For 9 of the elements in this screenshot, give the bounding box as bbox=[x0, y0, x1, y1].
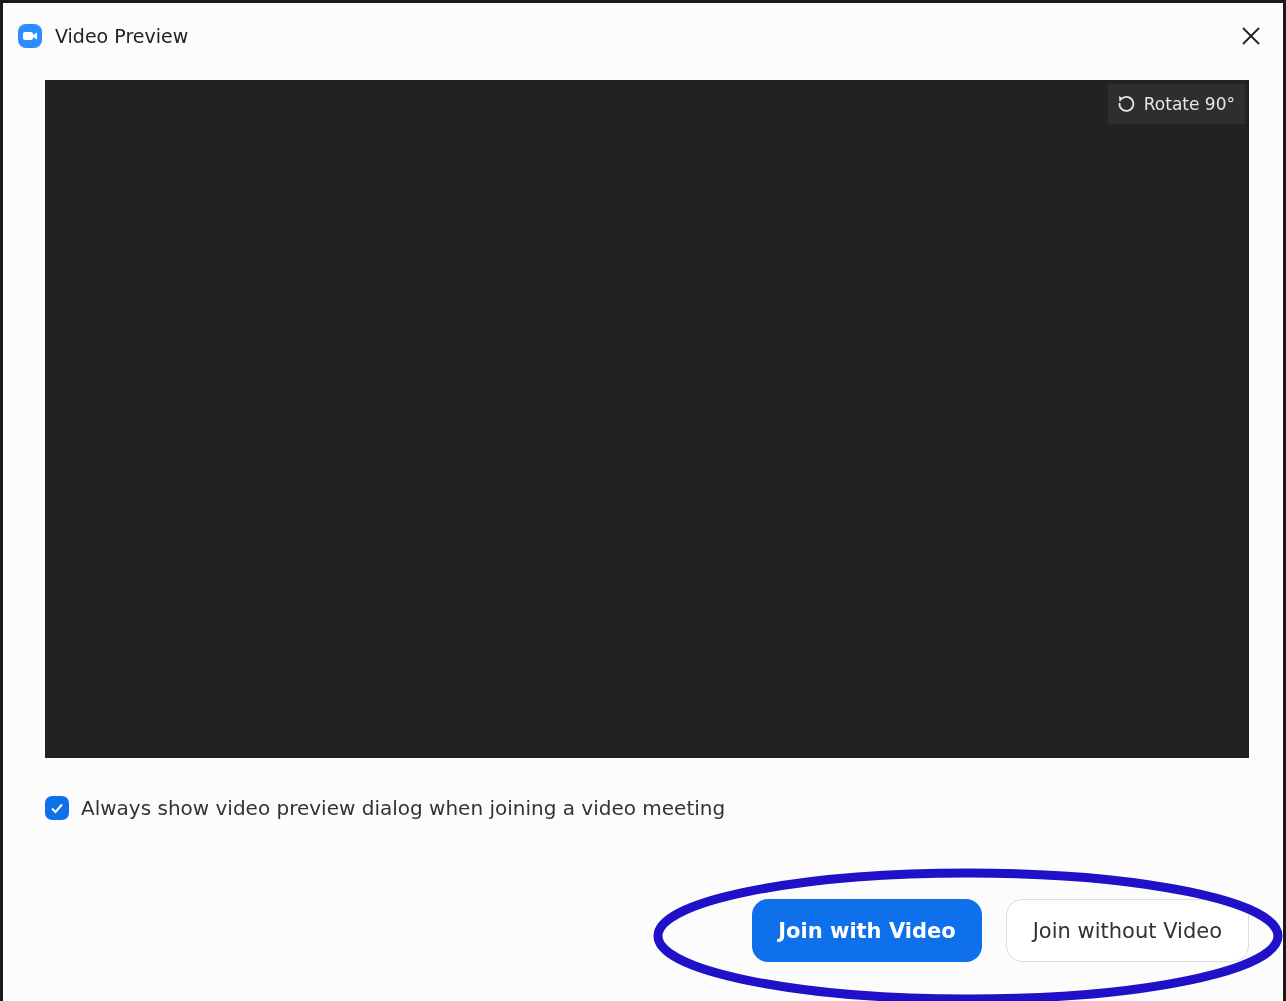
join-with-video-button[interactable]: Join with Video bbox=[752, 899, 982, 962]
join-without-video-button[interactable]: Join without Video bbox=[1005, 899, 1249, 962]
camera-icon bbox=[17, 22, 43, 49]
window-title: Video Preview bbox=[55, 24, 190, 47]
rotate-button[interactable]: Rotate 90° bbox=[1107, 84, 1245, 124]
checkbox-label: Always show video preview dialog when joining a video meeting bbox=[81, 796, 726, 820]
close-icon bbox=[1241, 25, 1261, 46]
check-icon bbox=[50, 801, 64, 815]
checkbox[interactable] bbox=[45, 796, 69, 820]
